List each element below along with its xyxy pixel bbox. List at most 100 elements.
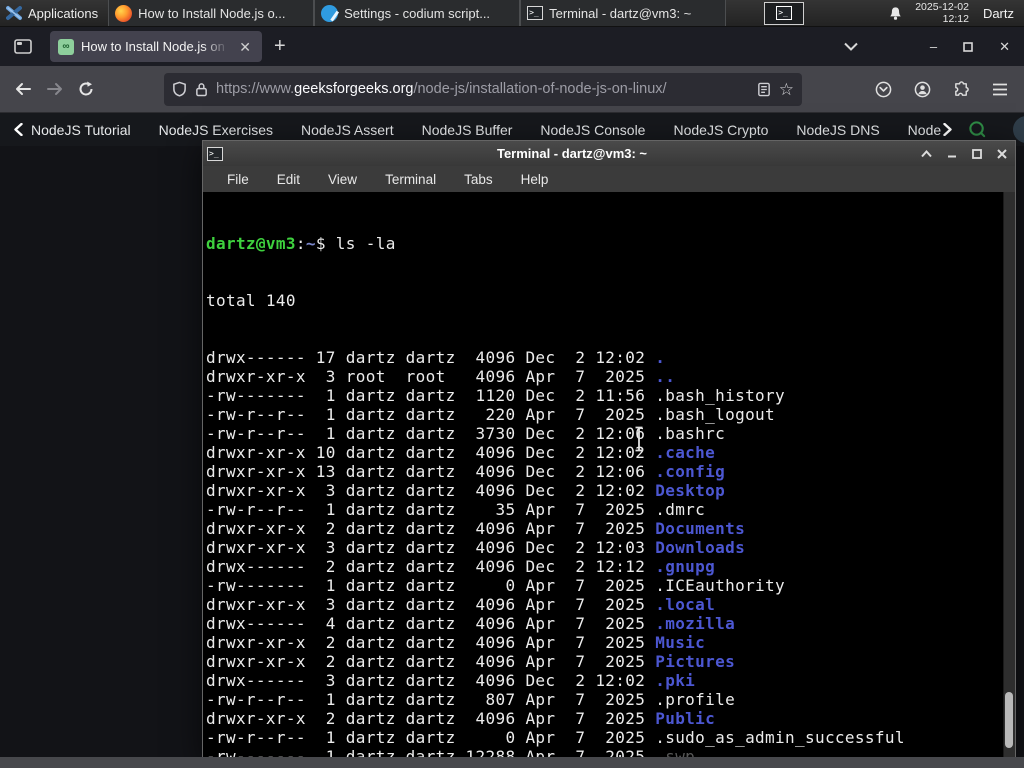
terminal-menu-terminal[interactable]: Terminal (371, 172, 450, 187)
ls-row-meta: drwx------ 4 dartz dartz 4096 Apr 7 2025 (206, 614, 656, 633)
site-search-icon[interactable] (968, 120, 987, 139)
ls-row-filename: .. (655, 367, 676, 386)
terminal-shade-button[interactable] (921, 149, 932, 158)
ls-row-meta: -rw-r--r-- 1 dartz dartz 0 Apr 7 2025 (206, 728, 656, 747)
nav-item-nodejs-console[interactable]: NodeJS Console (526, 122, 659, 138)
terminal-titlebar[interactable]: >_ Terminal - dartz@vm3: ~ (203, 141, 1015, 166)
tab-close-button[interactable]: ✕ (236, 38, 254, 56)
terminal-menu-view[interactable]: View (314, 172, 371, 187)
terminal-scrollbar-thumb[interactable] (1005, 692, 1013, 748)
nav-item-nodejs-assert[interactable]: NodeJS Assert (287, 122, 408, 138)
url-text[interactable]: https://www.geeksforgeeks.org/node-js/in… (216, 81, 749, 97)
reader-mode-button[interactable] (757, 82, 771, 97)
browser-tab[interactable]: ∞ How to Install Node.js on ✕ (50, 31, 262, 62)
url-path: /node-js/installation-of-node-js-on-linu… (413, 81, 667, 97)
terminal-menu-tabs[interactable]: Tabs (450, 172, 507, 187)
panel-clock[interactable]: 2025-12-02 12:12 (915, 1, 969, 25)
sign-in-button[interactable]: Sign In (1013, 116, 1024, 143)
ls-row-filename: Public (655, 709, 716, 728)
ls-row-filename: .local (655, 595, 716, 614)
tab-list-dropdown-button[interactable] (844, 42, 858, 51)
applications-menu-button[interactable]: Applications (0, 0, 108, 26)
taskbar-window-button[interactable]: How to Install Node.js o... (108, 0, 315, 26)
tracking-shield-icon[interactable] (172, 81, 187, 97)
nav-item-node[interactable]: Node (894, 122, 941, 138)
ls-row-filename: Music (655, 633, 706, 652)
nav-item-nodejs-exercises[interactable]: NodeJS Exercises (145, 122, 287, 138)
terminal-menu-help[interactable]: Help (507, 172, 563, 187)
nav-item-nodejs-buffer[interactable]: NodeJS Buffer (408, 122, 527, 138)
new-tab-button[interactable]: + (262, 35, 298, 58)
firefox-view-button[interactable] (6, 32, 40, 62)
ls-row-filename: Downloads (655, 538, 746, 557)
ls-row: drwxr-xr-x 2 dartz dartz 4096 Apr 7 2025… (206, 709, 1001, 728)
ls-row: drwxr-xr-x 2 dartz dartz 4096 Apr 7 2025… (206, 519, 1001, 538)
pocket-button[interactable] (875, 81, 892, 98)
tabbar-controls: – ✕ (844, 39, 1024, 55)
ls-row: drwx------ 2 dartz dartz 4096 Dec 2 12:1… (206, 557, 1001, 576)
terminal-menubar: File Edit View Terminal Tabs Help (203, 166, 1015, 192)
url-bar[interactable]: https://www.geeksforgeeks.org/node-js/in… (164, 72, 802, 106)
workspace-switcher[interactable]: >_ (764, 1, 805, 25)
bookmark-star-button[interactable]: ☆ (779, 81, 794, 98)
reload-button[interactable] (78, 81, 94, 97)
taskbar-window-button[interactable]: >_ Terminal - dartz@vm3: ~ (520, 0, 727, 26)
notification-bell-icon[interactable] (888, 6, 903, 21)
terminal-output-area[interactable]: dartz@vm3:~$ ls -la total 140 drwx------… (203, 192, 1015, 757)
extensions-puzzle-button[interactable] (953, 80, 970, 98)
geeksforgeeks-favicon: ∞ (58, 38, 74, 55)
ls-row-filename: .dmrc (655, 500, 706, 519)
taskbar-window-button[interactable]: Settings - codium script... (314, 0, 521, 26)
ls-row-meta: drwxr-xr-x 13 dartz dartz 4096 Dec 2 12:… (206, 462, 656, 481)
text-cursor-pointer (633, 426, 645, 457)
ls-row: drwxr-xr-x 3 dartz dartz 4096 Apr 7 2025… (206, 595, 1001, 614)
ls-row-meta: drwxr-xr-x 3 dartz dartz 4096 Apr 7 2025 (206, 595, 656, 614)
clock-date: 2025-12-02 (915, 0, 969, 13)
clock-time: 12:12 (942, 13, 969, 25)
url-prefix: https://www. (216, 81, 295, 97)
ls-row: drwxr-xr-x 3 root root 4096 Apr 7 2025 .… (206, 367, 1001, 386)
back-button[interactable] (14, 82, 32, 96)
nav-scroll-right-chevron[interactable] (941, 123, 954, 136)
window-title-label: How to Install Node.js o... (138, 5, 286, 21)
terminal-maximize-button[interactable] (972, 148, 982, 159)
account-button[interactable] (914, 81, 931, 98)
nav-item-nodejs-crypto[interactable]: NodeJS Crypto (659, 122, 782, 138)
terminal-menu-file[interactable]: File (213, 172, 263, 187)
terminal-close-button[interactable] (997, 148, 1007, 159)
ls-row-filename: .bash_logout (655, 405, 776, 424)
ls-row-filename: .profile (655, 690, 736, 709)
page-bottom-scrollbar[interactable] (0, 757, 1024, 768)
ls-row-meta: -rw------- 1 dartz dartz 12288 Apr 7 202… (206, 747, 656, 757)
terminal-window: >_ Terminal - dartz@vm3: ~ File Edit View T… (202, 140, 1016, 758)
ls-row-meta: -rw------- 1 dartz dartz 1120 Dec 2 11:5… (206, 386, 656, 405)
ls-row-filename: .ICEauthority (655, 576, 786, 595)
ls-row: drwx------ 17 dartz dartz 4096 Dec 2 12:… (206, 348, 1001, 367)
nav-item-nodejs-tutorial[interactable]: NodeJS Tutorial (29, 122, 145, 138)
ls-row: -rw-r--r-- 1 dartz dartz 807 Apr 7 2025 … (206, 690, 1001, 709)
terminal-prompt-line: dartz@vm3:~$ ls -la (206, 234, 1001, 253)
tab-title: How to Install Node.js on (81, 39, 225, 54)
window-maximize-button[interactable] (963, 41, 973, 52)
ls-row: drwx------ 3 dartz dartz 4096 Dec 2 12:0… (206, 671, 1001, 690)
ls-row-filename: .bashrc (655, 424, 726, 443)
ls-row: -rw-r--r-- 1 dartz dartz 220 Apr 7 2025 … (206, 405, 1001, 424)
ls-row-meta: -rw-r--r-- 1 dartz dartz 35 Apr 7 2025 (206, 500, 656, 519)
applications-label: Applications (28, 5, 99, 21)
ls-row: -rw-r--r-- 1 dartz dartz 3730 Dec 2 12:0… (206, 424, 1001, 443)
terminal-scrollbar[interactable] (1003, 192, 1015, 757)
forward-button[interactable] (46, 82, 64, 96)
ls-row-filename: .sudo_as_admin_successful (655, 728, 905, 747)
nav-item-nodejs-dns[interactable]: NodeJS DNS (782, 122, 893, 138)
ls-row-filename: Documents (655, 519, 746, 538)
app-menu-hamburger-button[interactable] (992, 83, 1008, 96)
terminal-icon: >_ (207, 146, 223, 161)
terminal-icon: >_ (527, 6, 544, 20)
nav-scroll-left-chevron[interactable] (0, 123, 29, 136)
window-minimize-button[interactable]: – (930, 39, 937, 54)
terminal-menu-edit[interactable]: Edit (263, 172, 314, 187)
window-close-button[interactable]: ✕ (999, 39, 1010, 55)
terminal-minimize-button[interactable] (947, 150, 957, 158)
ls-row-filename: .cache (655, 443, 716, 462)
lock-icon (195, 82, 208, 97)
